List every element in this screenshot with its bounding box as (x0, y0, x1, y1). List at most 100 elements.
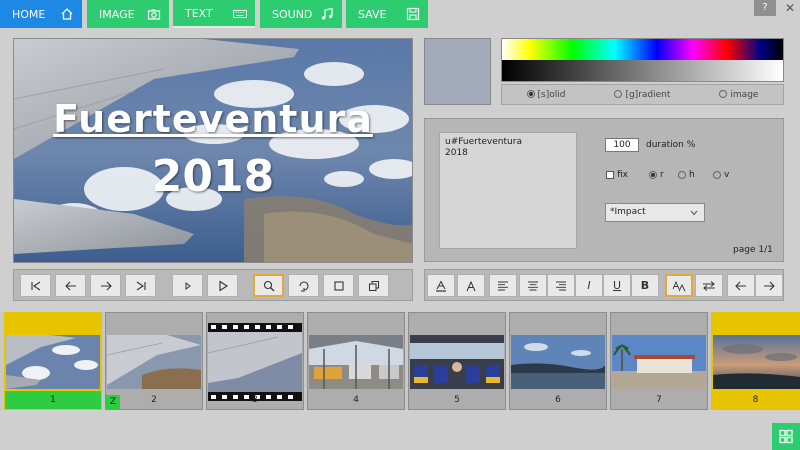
radio-gradient[interactable] (614, 90, 623, 98)
grid-view-button[interactable] (772, 423, 800, 450)
duration-input[interactable]: 100 (605, 138, 639, 152)
play-all-button[interactable] (207, 274, 238, 297)
fix-checkbox[interactable]: fix (606, 170, 628, 180)
preview-title-line2: 2018 (151, 151, 275, 202)
align-right-button[interactable] (547, 274, 575, 297)
font-select-value: *Impact (610, 207, 646, 217)
skip-last-icon (136, 281, 146, 290)
align-option-r[interactable]: r (649, 170, 664, 180)
color-spectrum[interactable] (501, 38, 784, 82)
thumbnail-5[interactable]: 5 (408, 312, 506, 410)
background-color-swatch[interactable] (424, 38, 491, 105)
first-slide-button[interactable] (20, 274, 51, 297)
camera-icon (147, 9, 161, 20)
bold-label: B (640, 279, 650, 292)
tab-sound[interactable]: SOUND (260, 0, 342, 28)
last-slide-button[interactable] (125, 274, 156, 297)
text-outline-button[interactable] (457, 274, 485, 297)
radio-image[interactable] (719, 90, 728, 98)
thumbnail-image (612, 335, 706, 389)
home-icon (61, 8, 73, 20)
play-small-icon (185, 281, 191, 290)
arrow-left-icon (64, 281, 76, 290)
font-size-button[interactable] (665, 274, 693, 297)
preview-title-line1: Fuerteventura (53, 97, 373, 141)
thumbnail-image (6, 335, 100, 389)
play-slide-button[interactable] (172, 274, 203, 297)
duplicate-button[interactable] (358, 274, 389, 297)
crop-button[interactable] (323, 274, 354, 297)
thumbnail-image (107, 335, 201, 389)
align-center-button[interactable] (519, 274, 547, 297)
text-content-editor[interactable]: u#Fuerteventura 2018 (439, 132, 577, 249)
bg-option-image[interactable]: image (719, 90, 758, 100)
bg-option-solid[interactable]: [s]olid (526, 90, 565, 100)
tab-save[interactable]: SAVE (346, 0, 428, 28)
thumbnail-image (511, 335, 605, 389)
radio-h[interactable] (678, 170, 686, 179)
align-option-h[interactable]: h (678, 170, 695, 180)
thumbnail-number: 2 (151, 395, 157, 405)
help-button[interactable]: ? (754, 0, 776, 16)
thumbnail-7[interactable]: 7 (610, 312, 708, 410)
square-icon (333, 280, 344, 291)
text-color-button[interactable] (427, 274, 455, 297)
thumbnail-image (309, 335, 403, 389)
thumbnail-number: 5 (454, 395, 460, 405)
radio-v[interactable] (713, 170, 721, 179)
align-left-icon (498, 281, 508, 290)
thumbnail-4[interactable]: 4 (307, 312, 405, 410)
swap-button[interactable] (695, 274, 723, 297)
thumbnail-number: 4 (353, 395, 359, 405)
thumbnail-8[interactable]: 8 (711, 312, 800, 410)
italic-label: I (587, 279, 591, 292)
letter-a-icon (466, 280, 476, 291)
thumbnail-1[interactable]: 1 (4, 312, 102, 410)
rotate-button[interactable] (288, 274, 319, 297)
previous-slide-button[interactable] (55, 274, 86, 297)
text-format-toolbar: I U B (424, 269, 784, 301)
undo-button[interactable] (727, 274, 755, 297)
bg-option-gradient[interactable]: [g]radient (614, 90, 670, 100)
underline-button[interactable]: U (603, 274, 631, 297)
thumbnail-number: 6 (555, 395, 561, 405)
thumbnail-image (713, 335, 800, 389)
slide-preview[interactable]: Fuerteventura 2018 (13, 38, 413, 263)
bottom-bar (0, 415, 800, 450)
font-select[interactable]: *Impact (605, 203, 705, 222)
radio-r[interactable] (649, 170, 657, 179)
tab-text-label: TEXT (185, 6, 213, 20)
close-button[interactable]: ✕ (780, 0, 800, 16)
duration-label: duration % (646, 140, 696, 150)
align-option-v[interactable]: v (713, 170, 729, 180)
zoom-button[interactable] (253, 274, 284, 297)
align-left-button[interactable] (489, 274, 517, 297)
arrow-left-icon (735, 281, 746, 290)
tab-image[interactable]: IMAGE (87, 0, 169, 28)
copy-icon (368, 280, 379, 291)
thumbnail-number: 8 (752, 395, 759, 405)
thumbnail-2[interactable]: 2 Z (105, 312, 203, 410)
grayscale-spectrum[interactable] (502, 60, 783, 81)
font-size-icon (672, 280, 686, 291)
arrow-right-icon (764, 281, 775, 290)
radio-solid[interactable] (526, 90, 535, 98)
save-icon (406, 7, 420, 21)
rotate-icon (298, 280, 309, 291)
arrow-right-icon (100, 281, 112, 290)
tab-text[interactable]: TEXT (173, 0, 255, 28)
hue-spectrum[interactable] (502, 39, 783, 60)
thumbnail-image (208, 323, 302, 401)
tab-save-label: SAVE (358, 7, 387, 21)
fix-checkbox-box[interactable] (606, 170, 614, 179)
redo-button[interactable] (755, 274, 783, 297)
next-slide-button[interactable] (90, 274, 121, 297)
tab-home[interactable]: HOME (0, 0, 82, 28)
italic-button[interactable]: I (575, 274, 603, 297)
thumbnail-6[interactable]: 6 (509, 312, 607, 410)
playback-toolbar (13, 269, 413, 301)
thumbnail-number: 1 (5, 391, 101, 409)
tab-sound-label: SOUND (272, 7, 313, 21)
bold-button[interactable]: B (631, 274, 659, 297)
thumbnail-3[interactable]: 3 (206, 312, 304, 410)
